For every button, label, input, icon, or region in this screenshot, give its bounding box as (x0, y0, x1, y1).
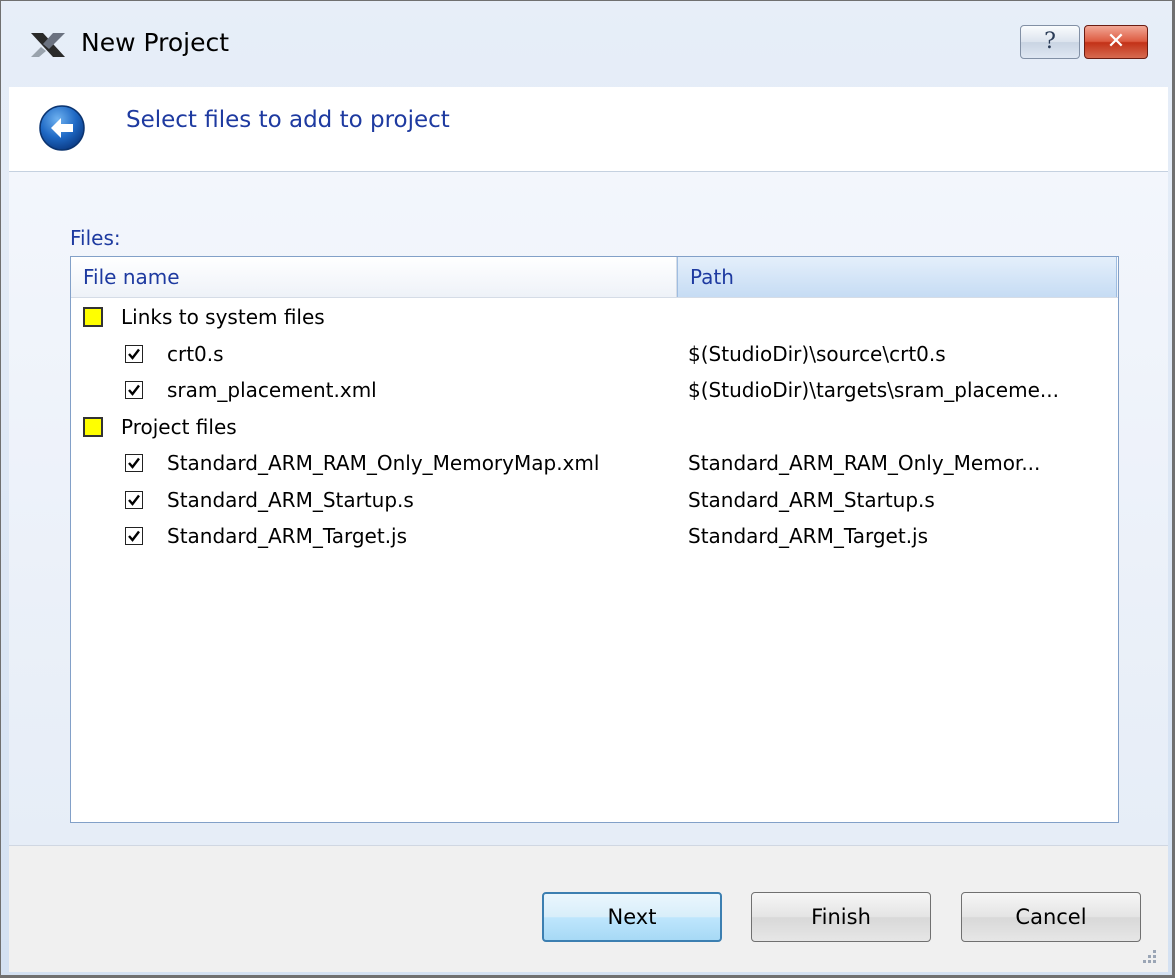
group-marker-icon (83, 416, 103, 437)
file-name: Standard_ARM_RAM_Only_MemoryMap.xml (167, 451, 600, 475)
file-name: Standard_ARM_Startup.s (167, 487, 414, 512)
cancel-button[interactable]: Cancel (961, 892, 1141, 942)
file-path: $(StudioDir)\targets\sram_placeme... (688, 378, 1059, 402)
resize-grip-icon[interactable] (1140, 947, 1158, 965)
button-bar: Next Finish Cancel (9, 845, 1168, 972)
file-checkbox[interactable] (125, 344, 143, 363)
group-row-system-files[interactable]: Links to system files (71, 299, 1118, 336)
file-row[interactable]: Standard_ARM_Target.js Standard_ARM_Targ… (71, 518, 1118, 555)
file-rows: Links to system files crt0.s $(StudioDir… (71, 299, 1118, 555)
title-bar[interactable]: New Project ? ✕ (1, 1, 1172, 87)
column-headers: File name Path (71, 257, 1118, 298)
wizard-heading: Select files to add to project (126, 107, 450, 133)
group-marker-icon (83, 307, 103, 327)
app-logo-icon (31, 33, 65, 57)
files-list[interactable]: File name Path Links to system files crt… (70, 256, 1119, 823)
file-row[interactable]: Standard_ARM_Startup.s Standard_ARM_Star… (71, 482, 1118, 519)
wizard-header: Select files to add to project (9, 87, 1168, 172)
file-path: $(StudioDir)\source\crt0.s (688, 341, 946, 366)
file-row[interactable]: crt0.s $(StudioDir)\source\crt0.s (71, 336, 1118, 373)
file-checkbox[interactable] (125, 454, 143, 472)
back-arrow-icon[interactable] (38, 104, 86, 152)
window-title: New Project (81, 28, 230, 57)
group-label: Project files (121, 414, 237, 439)
help-button[interactable]: ? (1020, 25, 1080, 59)
files-label: Files: (70, 226, 121, 250)
column-header-path[interactable]: Path (677, 257, 1117, 297)
file-name: crt0.s (167, 341, 224, 366)
file-path: Standard_ARM_Startup.s (688, 487, 935, 512)
file-checkbox[interactable] (125, 381, 143, 399)
close-button[interactable]: ✕ (1084, 25, 1148, 59)
file-path: Standard_ARM_Target.js (688, 524, 929, 548)
finish-button[interactable]: Finish (751, 892, 931, 942)
file-checkbox[interactable] (125, 490, 143, 509)
file-name: Standard_ARM_Target.js (167, 524, 408, 548)
file-checkbox[interactable] (125, 527, 143, 545)
file-name: sram_placement.xml (167, 378, 377, 402)
group-label: Links to system files (121, 305, 325, 329)
group-row-project-files[interactable]: Project files (71, 409, 1118, 446)
file-row[interactable]: sram_placement.xml $(StudioDir)\targets\… (71, 372, 1118, 409)
new-project-dialog: New Project ? ✕ Select files to add to p… (0, 0, 1175, 978)
file-row[interactable]: Standard_ARM_RAM_Only_MemoryMap.xml Stan… (71, 445, 1118, 482)
file-path: Standard_ARM_RAM_Only_Memor... (688, 451, 1041, 475)
next-button[interactable]: Next (542, 892, 722, 942)
column-header-file-name[interactable]: File name (71, 257, 677, 297)
wizard-content: Files: File name Path Links to system fi… (9, 172, 1168, 845)
